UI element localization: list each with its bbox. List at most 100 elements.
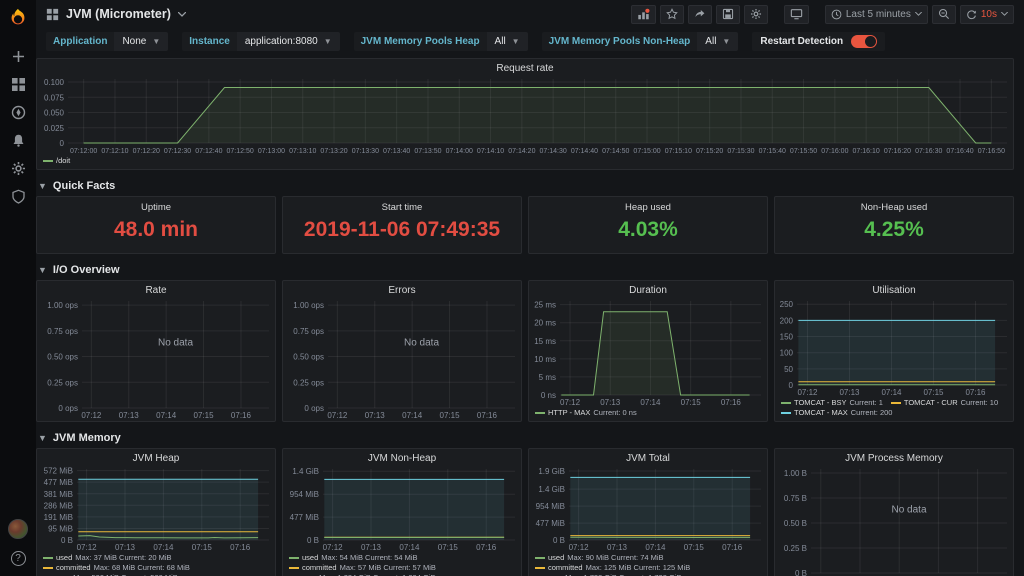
panel-title[interactable]: Heap used xyxy=(529,197,767,213)
legend-item[interactable]: HTTP - MAXCurrent: 0 ns xyxy=(535,408,637,418)
zoom-out-button[interactable] xyxy=(932,5,956,24)
legend-item[interactable]: committedMax: 125 MiB Current: 125 MiB xyxy=(535,563,690,573)
legend-item[interactable]: committedMax: 68 MiB Current: 68 MiB xyxy=(43,563,190,573)
duration-chart[interactable]: 07:1207:1307:1407:1507:160 ns5 ms10 ms15… xyxy=(529,297,767,408)
dashboard-title-group[interactable]: JVM (Micrometer) xyxy=(46,7,186,21)
panel-start-time: Start time 2019-11-06 07:49:35 xyxy=(282,196,522,254)
add-panel-button[interactable] xyxy=(631,5,656,24)
row-header-io-overview[interactable]: ▼ I/O Overview xyxy=(36,260,1014,280)
legend-series-color xyxy=(43,557,53,559)
panel-title[interactable]: JVM Total xyxy=(529,449,767,465)
svg-text:954 MiB: 954 MiB xyxy=(536,502,565,511)
jvm-total-chart[interactable]: 07:1207:1307:1407:1507:160 B477 MiB954 M… xyxy=(529,465,767,553)
panel-title[interactable]: Errors xyxy=(283,281,521,297)
svg-text:0: 0 xyxy=(789,381,794,390)
svg-text:07:16:40: 07:16:40 xyxy=(946,148,973,155)
request-rate-chart[interactable]: 07:12:0007:12:1007:12:2007:12:3007:12:40… xyxy=(37,75,1013,156)
svg-text:95 MiB: 95 MiB xyxy=(48,524,73,533)
legend-series-name: committed xyxy=(56,563,91,573)
alerting-icon[interactable] xyxy=(10,132,26,148)
row-collapse-icon: ▼ xyxy=(38,181,47,191)
legend-series-color xyxy=(781,402,791,404)
legend-series-color xyxy=(535,557,545,559)
svg-text:1.00 B: 1.00 B xyxy=(784,469,807,478)
variable-label: Instance xyxy=(182,32,237,51)
server-admin-icon[interactable] xyxy=(10,188,26,204)
panel-title[interactable]: JVM Heap xyxy=(37,449,275,465)
svg-text:07:13:50: 07:13:50 xyxy=(414,148,441,155)
svg-text:477 MiB: 477 MiB xyxy=(290,513,319,522)
svg-text:07:13: 07:13 xyxy=(839,388,860,397)
panel-title[interactable]: Start time xyxy=(283,197,521,213)
utilisation-chart[interactable]: 07:1207:1307:1407:1507:16050100150200250 xyxy=(775,297,1013,398)
dashboards-icon[interactable] xyxy=(10,76,26,92)
svg-text:07:14: 07:14 xyxy=(402,411,423,420)
svg-text:1.00 ops: 1.00 ops xyxy=(47,301,78,310)
legend-series-color xyxy=(43,160,53,162)
legend-item[interactable]: usedMax: 37 MiB Current: 20 MiB xyxy=(43,553,172,563)
panel-jvm-total: JVM Total 07:1207:1307:1407:1507:160 B47… xyxy=(528,448,768,576)
svg-text:07:16: 07:16 xyxy=(230,543,251,552)
svg-text:0 ops: 0 ops xyxy=(58,404,78,413)
grafana-logo[interactable] xyxy=(0,0,36,36)
variable-value-dropdown[interactable]: All▼ xyxy=(487,32,528,51)
svg-text:07:15: 07:15 xyxy=(438,543,459,552)
rate-chart[interactable]: 07:1207:1307:1407:1507:160 ops0.25 ops0.… xyxy=(37,297,275,421)
panel-title[interactable]: Non-Heap used xyxy=(775,197,1013,213)
panel-title[interactable]: Utilisation xyxy=(775,281,1013,297)
restart-detection-toggle[interactable] xyxy=(851,35,877,48)
legend-item[interactable]: TOMCAT - MAXCurrent: 200 xyxy=(781,408,892,418)
jvm-nonheap-chart[interactable]: 07:1207:1307:1407:1507:160 B477 MiB954 M… xyxy=(283,465,521,553)
row-header-jvm-memory[interactable]: ▼ JVM Memory xyxy=(36,428,1014,448)
row-header-quick-facts[interactable]: ▼ Quick Facts xyxy=(36,176,1014,196)
svg-text:07:14:50: 07:14:50 xyxy=(602,148,629,155)
svg-text:07:12:00: 07:12:00 xyxy=(70,148,97,155)
dashboard-settings-button[interactable] xyxy=(744,5,768,24)
legend-item[interactable]: usedMax: 90 MiB Current: 74 MiB xyxy=(535,553,664,563)
panel-title[interactable]: JVM Non-Heap xyxy=(283,449,521,465)
legend-item[interactable]: committedMax: 57 MiB Current: 57 MiB xyxy=(289,563,436,573)
variable-value-dropdown[interactable]: All▼ xyxy=(697,32,738,51)
legend-item[interactable]: usedMax: 54 MiB Current: 54 MiB xyxy=(289,553,418,563)
panel-title[interactable]: Duration xyxy=(529,281,767,297)
cycle-view-button[interactable] xyxy=(784,5,809,24)
svg-text:0.50 ops: 0.50 ops xyxy=(47,353,78,362)
explore-icon[interactable] xyxy=(10,104,26,120)
jvm-process-memory-chart[interactable]: 07:1207:1307:1407:1507:160 B0.25 B0.50 B… xyxy=(775,465,1013,576)
panel-nonheap-used: Non-Heap used 4.25% xyxy=(774,196,1014,254)
variable-value-dropdown[interactable]: application:8080▼ xyxy=(237,32,340,51)
help-icon[interactable]: ? xyxy=(11,551,26,566)
legend-series-stats: Max: 37 MiB Current: 20 MiB xyxy=(75,553,171,563)
create-icon[interactable] xyxy=(10,48,26,64)
stat-value: 48.0 min xyxy=(37,213,275,253)
legend-item[interactable]: TOMCAT - BSYCurrent: 1 xyxy=(781,398,883,408)
variable-value-dropdown[interactable]: None▼ xyxy=(114,32,168,51)
refresh-picker[interactable]: 10s xyxy=(960,5,1014,24)
chart-legend: usedMax: 90 MiB Current: 74 MiBcommitted… xyxy=(529,553,767,576)
legend-series-stats: Max: 125 MiB Current: 125 MiB xyxy=(586,563,691,573)
share-button[interactable] xyxy=(688,5,712,24)
save-button[interactable] xyxy=(716,5,740,24)
variable-label: JVM Memory Pools Non-Heap xyxy=(542,32,698,51)
panel-title[interactable]: Request rate xyxy=(37,59,1013,75)
legend-item[interactable]: TOMCAT - CURCurrent: 10 xyxy=(891,398,998,408)
star-button[interactable] xyxy=(660,5,684,24)
panel-title[interactable]: Rate xyxy=(37,281,275,297)
svg-text:07:14: 07:14 xyxy=(156,411,177,420)
time-range-picker[interactable]: Last 5 minutes xyxy=(825,5,928,24)
svg-text:100: 100 xyxy=(780,349,794,358)
user-avatar[interactable] xyxy=(8,519,28,539)
configuration-icon[interactable] xyxy=(10,160,26,176)
svg-text:No data: No data xyxy=(891,504,926,515)
panel-title[interactable]: JVM Process Memory xyxy=(775,449,1013,465)
submenu: Application None▼ Instance application:8… xyxy=(36,28,1024,58)
svg-text:0 B: 0 B xyxy=(307,536,319,545)
legend-item[interactable]: /doit xyxy=(43,156,70,166)
legend-series-color xyxy=(891,402,901,404)
panel-title[interactable]: Uptime xyxy=(37,197,275,213)
svg-text:0 B: 0 B xyxy=(553,536,565,545)
jvm-heap-chart[interactable]: 07:1207:1307:1407:1507:160 B95 MiB191 Mi… xyxy=(37,465,275,553)
errors-chart[interactable]: 07:1207:1307:1407:1507:160 ops0.25 ops0.… xyxy=(283,297,521,421)
svg-text:07:14:10: 07:14:10 xyxy=(477,148,504,155)
chart-legend: usedMax: 54 MiB Current: 54 MiBcommitted… xyxy=(283,553,521,576)
